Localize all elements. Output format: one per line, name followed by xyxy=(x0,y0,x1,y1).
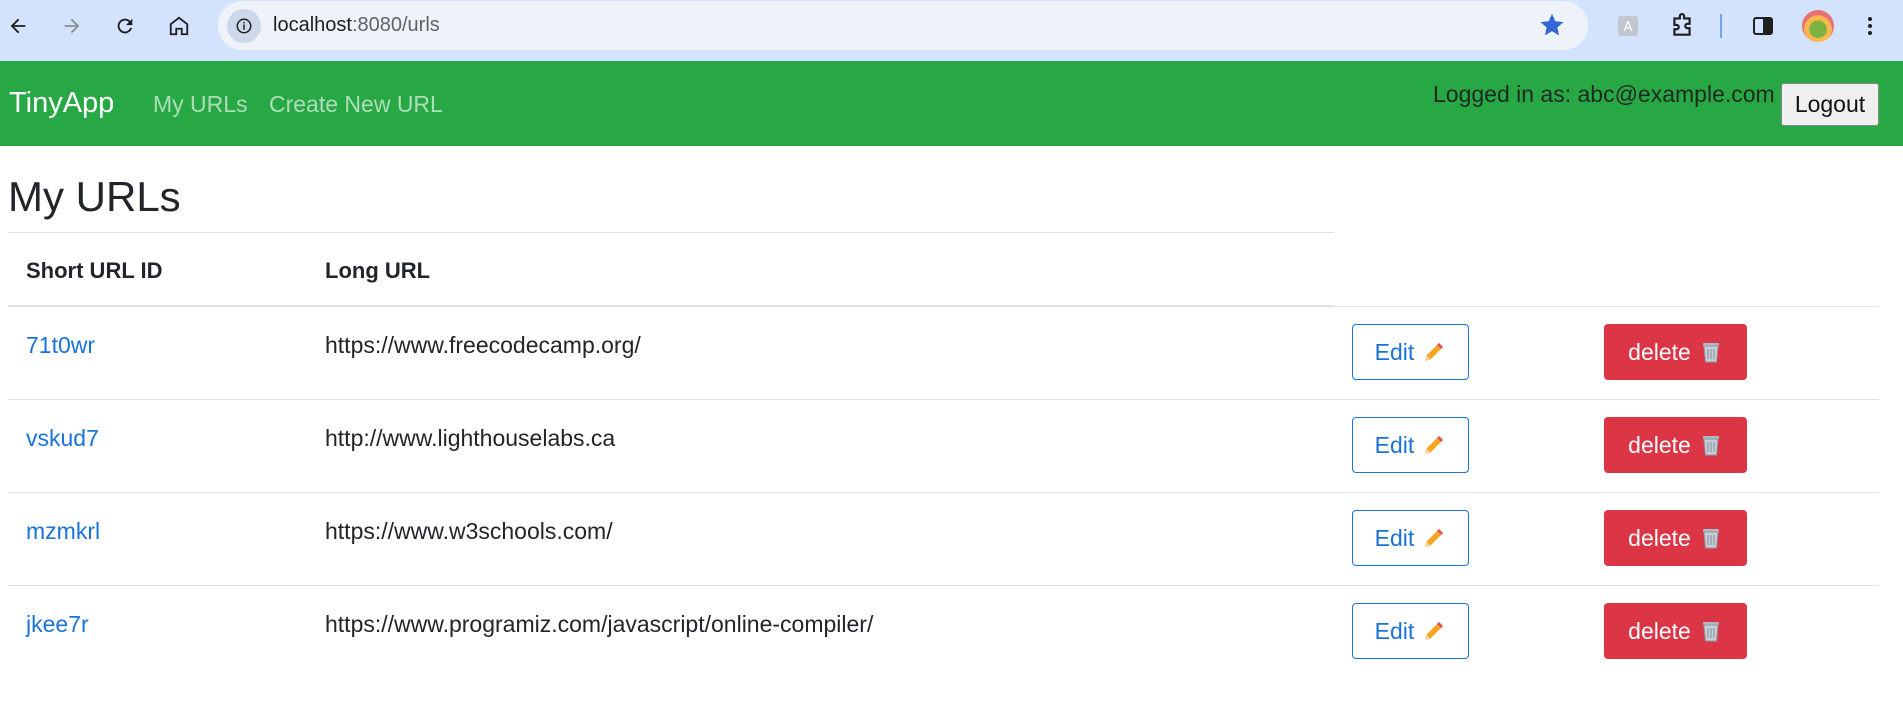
home-icon[interactable] xyxy=(165,12,193,40)
edit-label: Edit xyxy=(1374,431,1415,458)
edit-button[interactable]: Edit xyxy=(1352,324,1469,380)
kebab-menu-icon[interactable] xyxy=(1856,12,1884,40)
short-url-link[interactable]: vskud7 xyxy=(26,425,99,452)
logged-in-status: Logged in as: abc@example.com xyxy=(1433,81,1775,107)
side-panel-icon[interactable] xyxy=(1749,12,1777,40)
edit-button[interactable]: Edit xyxy=(1352,603,1469,659)
long-url-text: https://www.w3schools.com/ xyxy=(325,518,613,544)
logout-button[interactable]: Logout xyxy=(1781,83,1879,126)
title-divider xyxy=(8,232,1334,233)
site-info-icon[interactable] xyxy=(227,8,261,43)
pencil-icon xyxy=(1422,340,1446,364)
url-text[interactable]: localhost:8080/urls xyxy=(273,14,440,37)
page-title: My URLs xyxy=(8,173,181,220)
edit-label: Edit xyxy=(1374,617,1415,644)
address-bar[interactable]: localhost:8080/urls xyxy=(218,1,1588,50)
short-url-link[interactable]: mzmkrl xyxy=(26,518,100,545)
puzzle-icon[interactable] xyxy=(1668,12,1696,40)
nav-link-create-new-url[interactable]: Create New URL xyxy=(269,91,443,118)
delete-button[interactable]: delete xyxy=(1604,324,1747,380)
delete-label: delete xyxy=(1628,524,1691,551)
delete-button[interactable]: delete xyxy=(1604,603,1747,659)
wastebasket-icon xyxy=(1699,526,1723,550)
wastebasket-icon xyxy=(1699,340,1723,364)
long-url-text: http://www.lighthouselabs.ca xyxy=(325,425,616,451)
delete-button[interactable]: delete xyxy=(1604,417,1747,473)
nav-link-my-urls[interactable]: My URLs xyxy=(153,91,248,118)
pencil-icon xyxy=(1422,433,1446,457)
wastebasket-icon xyxy=(1699,619,1723,643)
edit-label: Edit xyxy=(1374,524,1415,551)
header-short-url-id: Short URL ID xyxy=(26,258,163,283)
extension-icon[interactable]: A xyxy=(1614,12,1642,40)
bookmark-star-icon[interactable] xyxy=(1538,11,1566,44)
delete-label: delete xyxy=(1628,617,1691,644)
browser-toolbar: localhost:8080/urls A xyxy=(0,0,1903,61)
delete-button[interactable]: delete xyxy=(1604,510,1747,566)
delete-label: delete xyxy=(1628,431,1691,458)
pencil-icon xyxy=(1422,526,1446,550)
long-url-text: https://www.programiz.com/javascript/onl… xyxy=(325,611,874,637)
reload-icon[interactable] xyxy=(111,12,139,40)
wastebasket-icon xyxy=(1699,433,1723,457)
brand-logo[interactable]: TinyApp xyxy=(9,87,114,120)
back-arrow-icon[interactable] xyxy=(4,12,32,40)
app-navbar: TinyApp My URLs Create New URL Logged in… xyxy=(0,61,1903,146)
long-url-text: https://www.freecodecamp.org/ xyxy=(325,332,641,358)
delete-label: delete xyxy=(1628,338,1691,365)
edit-label: Edit xyxy=(1374,338,1415,365)
table-row: jkee7r https://www.programiz.com/javascr… xyxy=(8,585,1879,678)
short-url-link[interactable]: jkee7r xyxy=(26,611,89,638)
edit-button[interactable]: Edit xyxy=(1352,417,1469,473)
profile-avatar[interactable] xyxy=(1802,10,1834,42)
edit-button[interactable]: Edit xyxy=(1352,510,1469,566)
table-row: 71t0wr https://www.freecodecamp.org/ Edi… xyxy=(8,306,1879,399)
toolbar-separator xyxy=(1720,14,1722,38)
url-path: :8080/urls xyxy=(351,14,440,36)
short-url-link[interactable]: 71t0wr xyxy=(26,332,95,359)
url-host: localhost xyxy=(273,14,352,36)
pencil-icon xyxy=(1422,619,1446,643)
forward-arrow-icon[interactable] xyxy=(58,12,86,40)
header-long-url: Long URL xyxy=(325,258,431,283)
table-row: vskud7 http://www.lighthouselabs.ca Edit… xyxy=(8,399,1879,492)
svg-text:A: A xyxy=(1624,20,1633,35)
table-row: mzmkrl https://www.w3schools.com/ Edit d… xyxy=(8,492,1879,585)
